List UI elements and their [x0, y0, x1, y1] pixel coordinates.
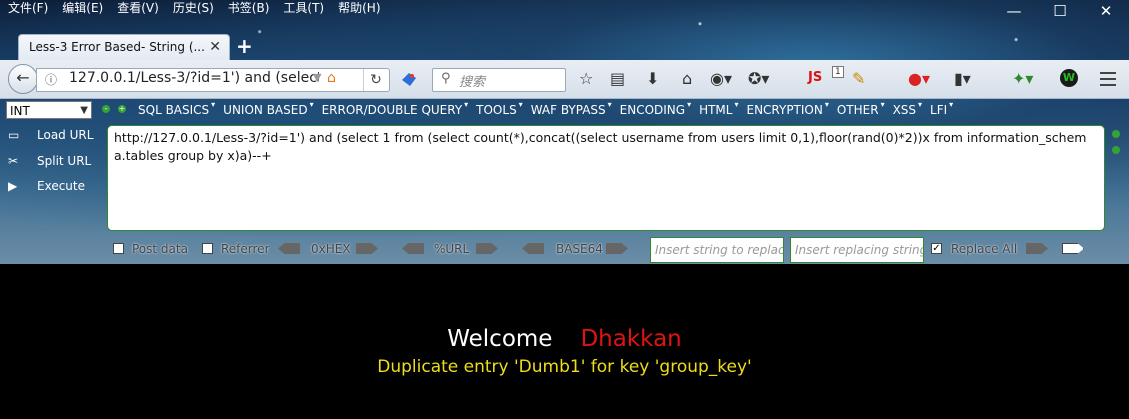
replacing-string-input[interactable]: Insert replacing string [790, 237, 924, 263]
base64-encode-arrow-icon[interactable] [606, 243, 628, 254]
download-icon[interactable]: ⬇ [646, 69, 659, 89]
browser-chrome: 文件(F) 编辑(E) 查看(V) 历史(S) 书签(B) 工具(T) 帮助(H… [0, 0, 1129, 264]
url-encode-arrow-icon[interactable] [476, 243, 498, 254]
execute-label: Execute [37, 179, 85, 193]
play-icon: ▶ [8, 179, 18, 193]
js-count-badge: 1 [832, 66, 844, 78]
replace-next-arrow-icon[interactable] [1062, 243, 1084, 254]
menu-lfi[interactable]: LFI [930, 100, 961, 117]
home-toolbar-icon[interactable]: ⌂ [682, 69, 692, 89]
menu-history[interactable]: 历史(S) [164, 0, 219, 18]
proxy-icon[interactable]: ✦▾ [1012, 69, 1033, 89]
insert-string-input[interactable]: Insert string to replace [650, 237, 784, 263]
extension-icon[interactable] [400, 70, 418, 88]
hex-decode-arrow-icon[interactable] [278, 243, 300, 254]
window-controls: — ☐ ✕ [991, 0, 1129, 24]
split-url-label: Split URL [37, 154, 92, 168]
w-extension-icon[interactable]: W [1060, 69, 1078, 87]
menu-error-double-query[interactable]: ERROR/DOUBLE QUERY [322, 100, 477, 117]
menu-waf-bypass[interactable]: WAF BYPASS [531, 100, 620, 117]
welcome-text: Welcome [447, 326, 553, 352]
navigation-toolbar: ← ⓘ 127.0.0.1/Less-3/?id=1') and (select… [0, 60, 1129, 99]
browser-tab[interactable]: Less-3 Error Based- String (... ✕ [18, 34, 230, 61]
split-url-button[interactable]: ✂ Split URL [6, 152, 104, 172]
post-data-label: Post data [132, 242, 188, 256]
search-placeholder: 搜索 [459, 75, 486, 90]
plus-icon[interactable]: + [118, 105, 126, 113]
new-tab-icon[interactable]: + [236, 34, 253, 58]
sql-error-message: Duplicate entry 'Dumb1' for key 'group_k… [377, 357, 752, 377]
javascript-toggle[interactable]: JS [808, 70, 822, 85]
tab-title: Less-3 Error Based- String (... [29, 40, 205, 54]
hackbar-menu-row: INT ▼ - + SQL BASICS UNION BASED ERROR/D… [0, 99, 1129, 123]
execute-button[interactable]: ▶ Execute [6, 177, 104, 197]
bookmark-star-icon[interactable]: ☆ [579, 69, 593, 89]
maximize-icon[interactable]: ☐ [1037, 0, 1083, 24]
menu-edit[interactable]: 编辑(E) [53, 0, 108, 18]
url-decode-arrow-icon[interactable] [402, 243, 424, 254]
menu-bookmarks[interactable]: 书签(B) [219, 0, 275, 18]
menu-xss[interactable]: XSS [893, 100, 930, 117]
reload-icon[interactable]: ↻ [363, 69, 388, 91]
minimize-icon[interactable]: — [991, 0, 1037, 24]
address-bar[interactable]: ⓘ 127.0.0.1/Less-3/?id=1') and (select ▼… [36, 68, 390, 92]
menu-tools[interactable]: TOOLS [476, 100, 531, 117]
minus-icon[interactable]: - [102, 105, 110, 113]
replace-arrow-icon[interactable] [1026, 243, 1048, 254]
referrer-label: Referrer [221, 242, 270, 256]
expand-minus-icon[interactable] [1112, 130, 1120, 138]
referrer-checkbox[interactable] [202, 243, 213, 254]
menu-encoding[interactable]: ENCODING [620, 100, 699, 117]
hackbar-menus: SQL BASICS UNION BASED ERROR/DOUBLE QUER… [138, 100, 961, 117]
page-content: Welcome Dhakkan Duplicate entry 'Dumb1' f… [0, 264, 1129, 419]
welcome-line: Welcome Dhakkan [0, 326, 1129, 352]
menu-html[interactable]: HTML [699, 100, 746, 117]
type-select[interactable]: INT ▼ [6, 101, 92, 119]
address-text: 127.0.0.1/Less-3/?id=1') and (select [69, 70, 319, 86]
menu-sql-basics[interactable]: SQL BASICS [138, 100, 223, 117]
chevron-down-icon: ▼ [80, 105, 88, 116]
search-box[interactable]: ⚲ 搜索 [432, 68, 566, 92]
hackbar-url-textarea[interactable]: http://127.0.0.1/Less-3/?id=1') and (sel… [107, 125, 1105, 231]
url-encode-label: %URL [434, 242, 470, 256]
tab-close-icon[interactable]: ✕ [209, 39, 221, 55]
info-icon[interactable]: ⓘ [45, 71, 57, 88]
post-data-checkbox[interactable] [113, 243, 124, 254]
hex-encode-arrow-icon[interactable] [356, 243, 378, 254]
menu-union-based[interactable]: UNION BASED [223, 100, 321, 117]
menu-view[interactable]: 查看(V) [108, 0, 164, 18]
hex-label: 0xHEX [311, 242, 351, 256]
search-icon: ⚲ [441, 71, 451, 86]
home-icon[interactable]: ⌂ [327, 70, 336, 86]
greasemonkey-icon[interactable]: ◉▾ [710, 69, 732, 89]
load-url-icon: ▭ [8, 128, 20, 142]
menu-help[interactable]: 帮助(H) [329, 0, 385, 18]
expand-plus-icon[interactable] [1112, 146, 1120, 154]
back-arrow-icon[interactable]: ← [8, 64, 38, 94]
replace-all-checkbox[interactable]: ✓ [931, 243, 942, 254]
page-icon[interactable]: ▮▾ [954, 69, 971, 89]
reading-list-icon[interactable]: ▤ [610, 69, 625, 89]
close-window-icon[interactable]: ✕ [1083, 0, 1129, 24]
user-name: Dhakkan [580, 326, 682, 352]
menu-encryption[interactable]: ENCRYPTION [746, 100, 836, 117]
type-select-value: INT [10, 104, 30, 118]
base64-label: BASE64 [556, 242, 603, 256]
menu-tools[interactable]: 工具(T) [274, 0, 329, 18]
menu-file[interactable]: 文件(F) [0, 0, 53, 18]
tools-icon[interactable]: ✎ [852, 69, 865, 89]
load-url-button[interactable]: ▭ Load URL [6, 126, 104, 146]
palette-icon[interactable]: ✪▾ [748, 69, 769, 89]
hackbar-options-row: Post data Referrer 0xHEX %URL BASE64 Ins… [0, 237, 1129, 263]
record-icon[interactable]: ●▾ [908, 69, 930, 89]
load-url-label: Load URL [37, 128, 94, 142]
menu-hamburger-icon[interactable] [1100, 72, 1116, 86]
url-dropdown-icon[interactable]: ▼ [313, 71, 321, 84]
scissors-icon: ✂ [8, 154, 19, 168]
replace-all-label: Replace All [951, 242, 1018, 256]
menu-other[interactable]: OTHER [837, 100, 893, 117]
base64-decode-arrow-icon[interactable] [522, 243, 544, 254]
menu-bar: 文件(F) 编辑(E) 查看(V) 历史(S) 书签(B) 工具(T) 帮助(H… [0, 0, 386, 18]
